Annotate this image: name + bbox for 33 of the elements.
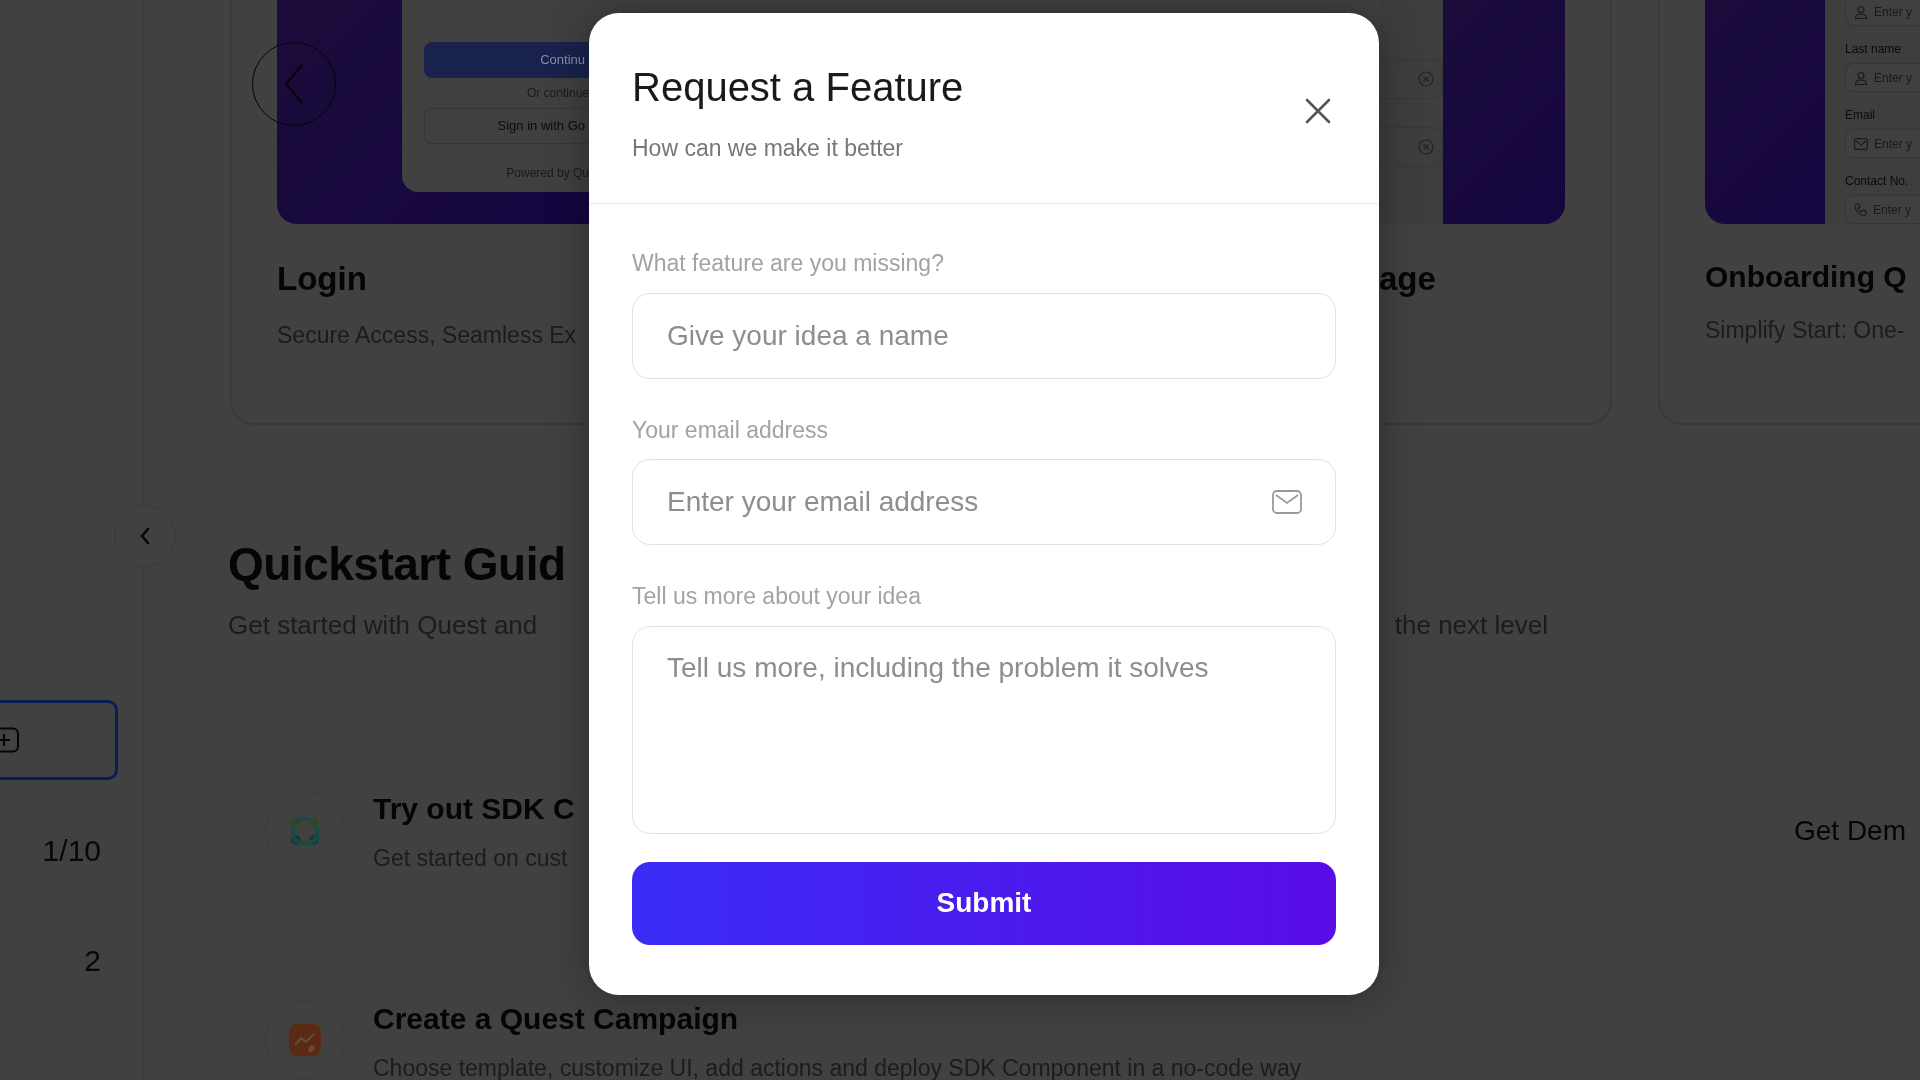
name-field[interactable]: Give your idea a name <box>632 292 1336 379</box>
dialog-title: Request a Feature <box>632 64 964 111</box>
mail-icon <box>1272 490 1302 514</box>
close-icon <box>1305 98 1331 124</box>
card-title: Login <box>277 259 368 299</box>
phone-icon <box>1854 203 1867 216</box>
card-title: Onboarding Q <box>1705 259 1908 295</box>
dialog-subtitle: How can we make it better <box>632 134 904 163</box>
field-label: What feature are you missing? <box>632 249 945 278</box>
chart-icon <box>288 1023 322 1058</box>
chevron-left-icon <box>139 527 151 545</box>
email-field[interactable]: Enter your email address <box>632 459 1336 545</box>
card-title: age <box>1379 259 1437 299</box>
description-field[interactable]: Tell us more, including the problem it solves <box>632 625 1336 834</box>
guide-title: Try out SDK C <box>373 791 575 828</box>
demo-link[interactable]: Get Dem <box>1793 809 1906 852</box>
template-card[interactable]: age <box>1379 0 1612 425</box>
guide-title: Create a Quest Campaign <box>373 1000 740 1037</box>
sidebar-item[interactable] <box>0 700 118 780</box>
clear-icon <box>1418 139 1435 155</box>
continue-button: Continu <box>424 42 589 78</box>
section-title: Quickstart Guid <box>228 537 567 592</box>
sidebar-item[interactable]: 2 <box>0 930 101 990</box>
person-icon <box>1854 4 1868 19</box>
field-label: Your email address <box>632 415 830 445</box>
clear-icon <box>1418 71 1435 87</box>
person-icon <box>1854 70 1868 85</box>
mail-icon <box>1854 137 1868 150</box>
chevron-left-icon <box>283 63 305 105</box>
submit-button[interactable]: Submit <box>632 861 1336 945</box>
field-label: Tell us more about your idea <box>632 582 922 611</box>
plus-icon <box>0 727 20 753</box>
sidebar-item[interactable]: 1/10 <box>0 820 101 880</box>
